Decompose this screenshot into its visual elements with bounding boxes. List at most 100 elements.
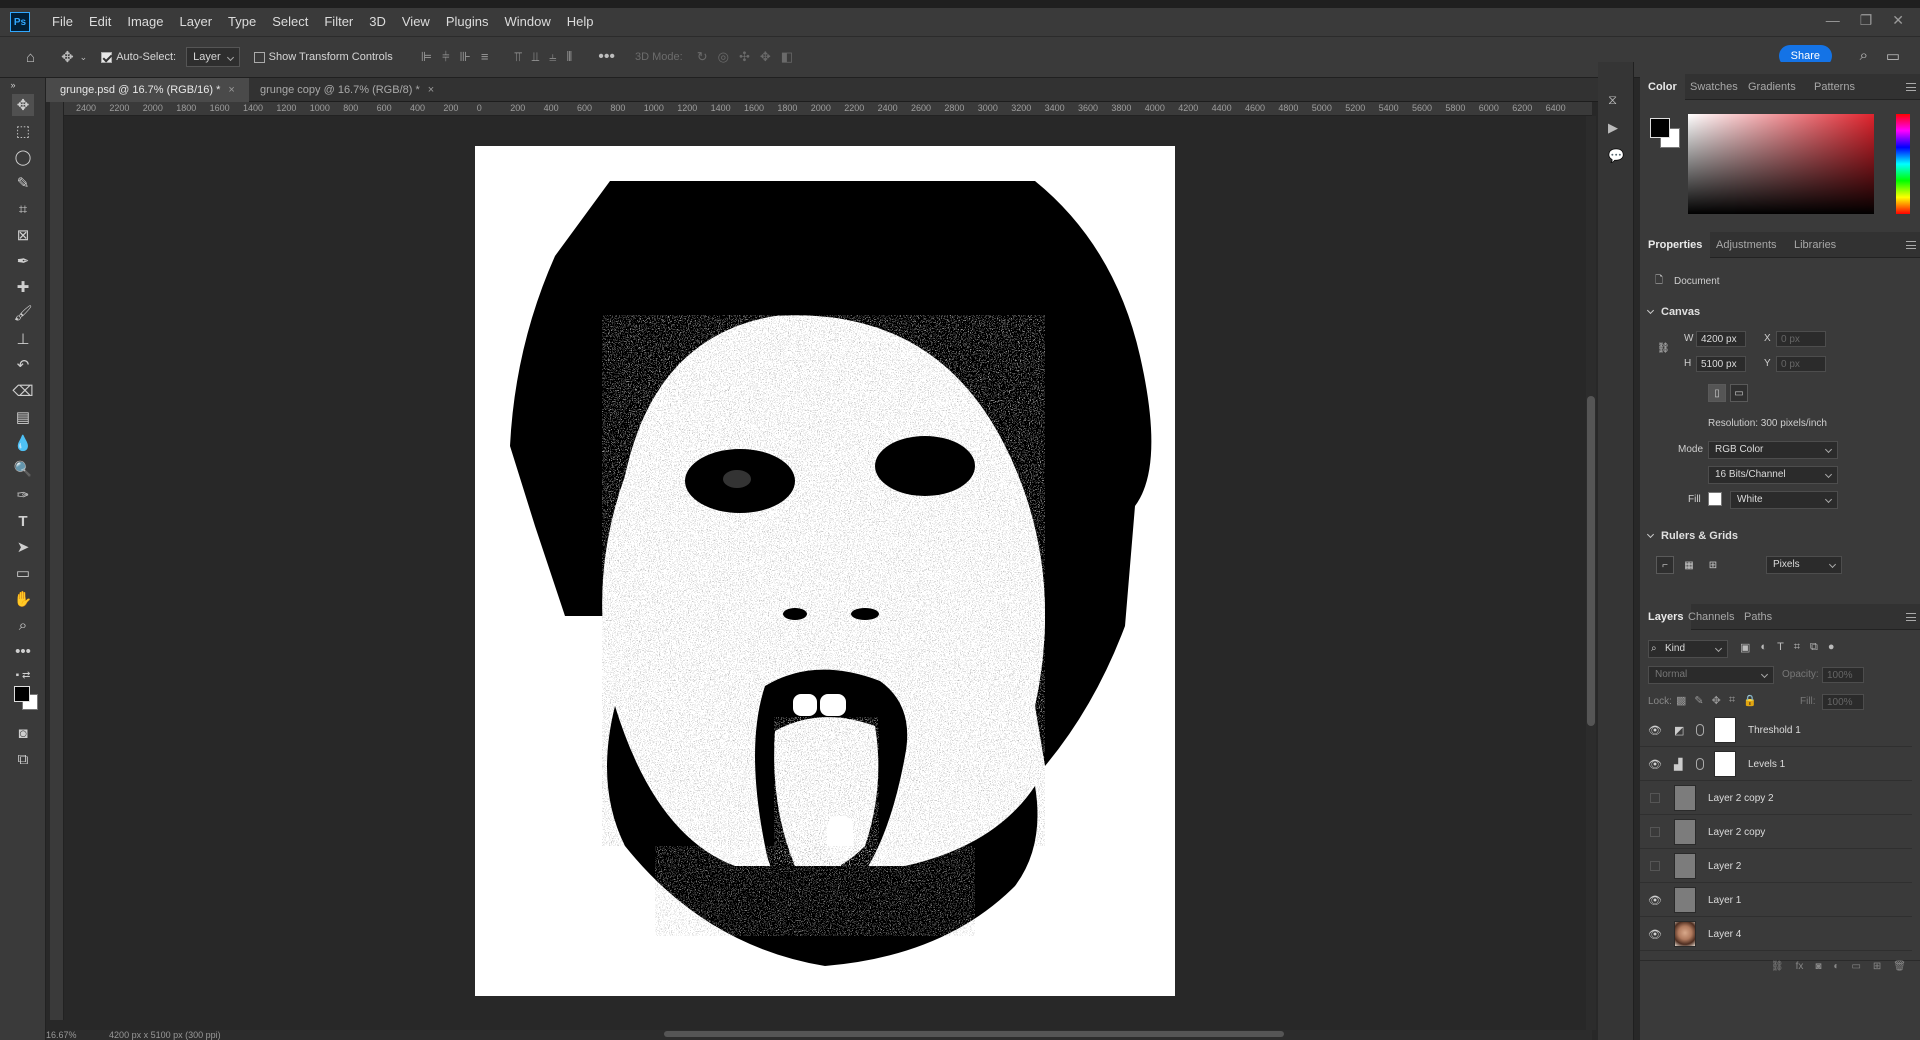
shape-filter-icon[interactable]: ⌗ <box>1794 641 1800 654</box>
hue-slider[interactable] <box>1896 114 1910 214</box>
more-options-icon[interactable]: ••• <box>598 48 615 66</box>
align-center-icon[interactable]: ⫩ <box>442 49 449 65</box>
gradient-tool-icon[interactable]: ▤ <box>12 406 34 428</box>
adjustment-filter-icon[interactable]: ◐ <box>1760 641 1767 654</box>
pen-tool-icon[interactable]: ✑ <box>12 484 34 506</box>
crop-tool-icon[interactable]: ⌗ <box>12 198 34 220</box>
layer-style-icon[interactable]: fx <box>1796 961 1804 978</box>
link-icon[interactable] <box>1696 758 1704 770</box>
history-icon[interactable]: ⧖ <box>1608 92 1617 108</box>
grid-icon[interactable]: ▦ <box>1680 556 1698 574</box>
layer-name[interactable]: Layer 2 copy 2 <box>1708 793 1774 804</box>
menu-edit[interactable]: Edit <box>81 12 119 32</box>
tab-patterns[interactable]: Patterns <box>1806 74 1863 100</box>
vertical-scrollbar[interactable] <box>1586 116 1596 1030</box>
history-brush-tool-icon[interactable]: ↶ <box>12 354 34 376</box>
rulers-grids-header[interactable]: Rulers & Grids <box>1648 530 1738 542</box>
distribute-vertical-icon[interactable]: ⦀ <box>566 49 572 65</box>
document-canvas[interactable] <box>475 146 1175 996</box>
layer-row-layer-2[interactable]: Layer 2 <box>1640 850 1912 883</box>
show-transform-checkbox[interactable] <box>253 51 265 63</box>
tab-properties[interactable]: Properties <box>1640 232 1711 258</box>
menu-select[interactable]: Select <box>264 12 316 32</box>
hand-tool-icon[interactable]: ✋ <box>12 588 34 610</box>
add-mask-icon[interactable]: ◙ <box>1815 961 1821 978</box>
foreground-color-swatch[interactable] <box>1650 118 1670 138</box>
chevron-down-icon[interactable]: ⌄ <box>80 52 88 63</box>
visibility-toggle[interactable] <box>1650 861 1660 871</box>
align-left-icon[interactable]: ⊫ <box>421 49 432 65</box>
layer-filter-dropdown[interactable]: Kind <box>1648 640 1728 658</box>
layer-row-levels-1[interactable]: 👁 ▟ Levels 1 <box>1640 748 1912 781</box>
lock-all-icon[interactable]: 🔒 <box>1743 694 1757 707</box>
menu-type[interactable]: Type <box>220 12 264 32</box>
actions-play-icon[interactable]: ▶ <box>1608 120 1618 136</box>
visibility-toggle[interactable] <box>1650 793 1660 803</box>
close-tab-icon[interactable]: × <box>228 84 234 96</box>
lock-artboard-icon[interactable]: ⌗ <box>1729 694 1735 707</box>
move-tool-icon[interactable]: ✥ <box>61 48 74 66</box>
3d-orbit-icon[interactable]: ↻ <box>697 49 708 65</box>
layer-row-threshold-1[interactable]: 👁 ◩ Threshold 1 <box>1640 714 1912 747</box>
distribute-icon[interactable]: ≡ <box>481 49 489 65</box>
3d-roll-icon[interactable]: ◎ <box>718 49 729 65</box>
filter-toggle-icon[interactable]: ● <box>1828 641 1835 654</box>
delete-layer-icon[interactable]: 🗑 <box>1893 961 1906 978</box>
blur-tool-icon[interactable]: 💧 <box>12 432 34 454</box>
layer-name[interactable]: Layer 2 <box>1708 861 1741 872</box>
menu-plugins[interactable]: Plugins <box>438 12 497 32</box>
visibility-eye-icon[interactable]: 👁 <box>1648 724 1662 737</box>
type-tool-icon[interactable]: T <box>12 510 34 532</box>
scroll-thumb[interactable] <box>1587 396 1595 726</box>
layer-name[interactable]: Threshold 1 <box>1748 725 1801 736</box>
menu-layer[interactable]: Layer <box>172 12 221 32</box>
tab-grunge-copy[interactable]: grunge copy @ 16.7% (RGB/8) * × <box>246 78 448 102</box>
quick-mask-icon[interactable]: ◙ <box>12 722 34 744</box>
lock-transparent-icon[interactable]: ▩ <box>1676 694 1686 707</box>
brush-tool-icon[interactable]: 🖌 <box>12 302 34 324</box>
lasso-tool-icon[interactable]: ◯ <box>12 146 34 168</box>
opacity-field[interactable]: 100% <box>1822 667 1864 683</box>
panel-menu-icon[interactable] <box>1906 83 1916 91</box>
healing-brush-tool-icon[interactable]: ✚ <box>12 276 34 298</box>
3d-pan-icon[interactable]: ✣ <box>739 49 750 65</box>
eraser-tool-icon[interactable]: ⌫ <box>12 380 34 402</box>
color-mode-dropdown[interactable]: RGB Color <box>1708 441 1838 459</box>
align-bottom-icon[interactable]: ⫨ <box>549 49 556 65</box>
layer-row-layer-2-copy[interactable]: Layer 2 copy <box>1640 816 1912 849</box>
frame-tool-icon[interactable]: ⊠ <box>12 224 34 246</box>
ruler-units-dropdown[interactable]: Pixels <box>1766 556 1842 574</box>
new-group-icon[interactable]: ▭ <box>1851 961 1860 978</box>
tab-color[interactable]: Color <box>1640 74 1685 100</box>
foreground-color-swatch[interactable] <box>14 686 30 702</box>
layer-mask-thumbnail[interactable] <box>1714 717 1736 743</box>
y-field[interactable]: 0 px <box>1776 356 1826 372</box>
3d-scale-icon[interactable]: ◧ <box>781 49 793 65</box>
auto-select-checkbox[interactable] <box>101 51 113 63</box>
tab-channels[interactable]: Channels <box>1680 604 1742 630</box>
layer-row-layer-4[interactable]: 👁 Layer 4 <box>1640 918 1912 951</box>
tab-libraries[interactable]: Libraries <box>1786 232 1844 258</box>
align-top-icon[interactable]: ⫪ <box>514 49 521 65</box>
fill-color-swatch[interactable] <box>1708 492 1722 506</box>
layer-name[interactable]: Layer 2 copy <box>1708 827 1765 838</box>
minimize-icon[interactable]: — <box>1826 12 1840 29</box>
canvas-section-header[interactable]: Canvas <box>1648 306 1700 318</box>
visibility-eye-icon[interactable]: 👁 <box>1648 758 1662 771</box>
guides-icon[interactable]: ⊞ <box>1704 556 1722 574</box>
new-adjustment-icon[interactable]: ◐ <box>1833 961 1839 978</box>
bit-depth-dropdown[interactable]: 16 Bits/Channel <box>1708 466 1838 484</box>
blend-mode-dropdown[interactable]: Normal <box>1648 666 1774 684</box>
tab-adjustments[interactable]: Adjustments <box>1708 232 1785 258</box>
comments-icon[interactable]: 💬 <box>1608 148 1624 164</box>
ruler-toggle-icon[interactable]: ⌐ <box>1656 556 1674 574</box>
portrait-orientation-icon[interactable]: ▯ <box>1708 384 1726 402</box>
layer-row-layer-2-copy-2[interactable]: Layer 2 copy 2 <box>1640 782 1912 815</box>
marquee-tool-icon[interactable]: ⬚ <box>12 120 34 142</box>
tab-grunge-psd[interactable]: grunge.psd @ 16.7% (RGB/16) * × <box>46 78 249 102</box>
visibility-eye-icon[interactable]: 👁 <box>1648 894 1662 907</box>
restore-icon[interactable]: ❐ <box>1860 12 1873 29</box>
menu-file[interactable]: File <box>44 12 81 32</box>
align-middle-icon[interactable]: ⫫ <box>532 49 539 65</box>
visibility-toggle[interactable] <box>1650 827 1660 837</box>
